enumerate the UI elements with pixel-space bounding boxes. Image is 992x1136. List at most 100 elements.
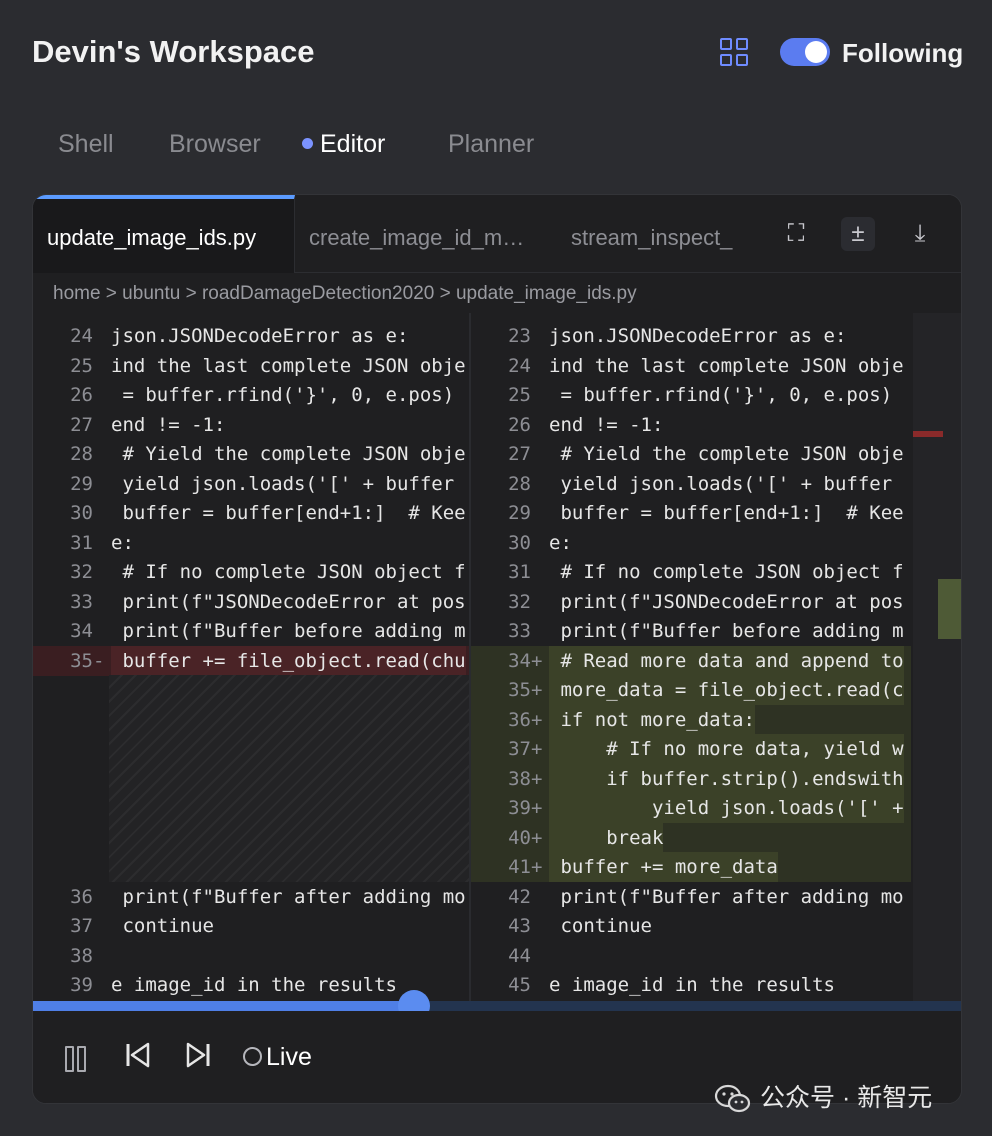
download-icon[interactable]: ⤓	[903, 217, 937, 251]
workspace-header: Devin's Workspace Following	[32, 30, 964, 74]
code-text: # If no more data, yield w	[549, 734, 904, 764]
code-line: 26 end != -1:	[471, 410, 911, 440]
diff-modified-pane[interactable]: 23 json.JSONDecodeError as e: 24 ind the la…	[471, 313, 911, 1001]
diff-marker: +	[531, 738, 543, 760]
file-tab-update-image-ids[interactable]: update_image_ids.py	[33, 195, 295, 273]
code-text: json.JSONDecodeError as e:	[111, 325, 409, 347]
code-text: ind the last complete JSON obje	[111, 354, 466, 377]
breadcrumb: home > ubuntu > roadDamageDetection2020 …	[53, 283, 637, 304]
line-number: 26	[70, 384, 93, 406]
live-indicator-icon	[243, 1046, 262, 1066]
code-line: 34 + # Read more data and append to	[471, 645, 911, 676]
code-text: break	[549, 822, 664, 853]
code-line: 29 yield json.loads('[' + buffer	[33, 469, 469, 499]
workspace-title: Devin's Workspace	[32, 34, 315, 69]
line-number: 31	[70, 531, 93, 554]
line-number: 44	[508, 944, 531, 967]
code-line: 40 + break	[471, 822, 911, 853]
line-number: 34	[508, 649, 531, 672]
code-line: 23 json.JSONDecodeError as e:	[471, 321, 911, 351]
code-line: 37 continue	[33, 911, 469, 941]
pause-icon[interactable]	[65, 1041, 91, 1073]
tab-shell[interactable]: Shell	[58, 130, 114, 159]
code-line: 45 e image_id in the results	[471, 970, 911, 1000]
code-text: # If no complete JSON object f	[549, 561, 904, 583]
code-line: 24 json.JSONDecodeError as e:	[33, 321, 469, 351]
live-label: Live	[266, 1043, 312, 1071]
toggle-knob	[805, 41, 827, 63]
diff-marker: +	[531, 708, 543, 731]
diff-toggle-icon[interactable]: ±	[841, 217, 875, 251]
minimap-deletion-marker	[913, 431, 943, 437]
code-text: print(f"Buffer after adding mo	[549, 885, 904, 908]
code-line: 36 print(f"Buffer after adding mo	[33, 882, 469, 912]
code-line: 37 + # If no more data, yield w	[471, 734, 911, 764]
playback-progress[interactable]	[33, 990, 961, 1022]
code-text: # Yield the complete JSON obje	[549, 443, 904, 465]
code-line: 31 e:	[33, 528, 469, 558]
diff-marker: +	[531, 679, 543, 701]
tab-planner[interactable]: Planner	[448, 130, 534, 159]
file-tab-bar: update_image_ids.py create_image_id_m… s…	[33, 195, 961, 273]
code-text: more_data = file_object.read(c	[549, 675, 904, 705]
line-number: 32	[508, 590, 531, 613]
file-tab-stream-inspect[interactable]: stream_inspect_	[571, 195, 757, 273]
code-text: ind the last complete JSON obje	[549, 354, 904, 377]
line-number: 45	[508, 974, 531, 996]
line-number: 37	[70, 915, 93, 937]
line-number: 39	[70, 974, 93, 996]
tab-browser[interactable]: Browser	[169, 130, 261, 159]
tab-editor[interactable]: Editor	[302, 130, 385, 159]
code-line: 29 buffer = buffer[end+1:] # Kee	[471, 498, 911, 528]
code-text: = buffer.rfind('}', 0, e.pos)	[111, 384, 455, 406]
code-text: yield json.loads('[' + buffer	[111, 472, 455, 495]
code-line: 28 # Yield the complete JSON obje	[33, 439, 469, 469]
code-text: json.JSONDecodeError as e:	[549, 325, 847, 347]
minimap-addition-marker	[938, 579, 961, 639]
code-text: continue	[549, 915, 652, 937]
skip-forward-icon[interactable]	[185, 1041, 211, 1073]
code-text: print(f"Buffer before adding m	[549, 620, 904, 642]
line-number: 29	[508, 502, 531, 524]
code-text: continue	[111, 915, 214, 937]
code-text: buffer = buffer[end+1:] # Kee	[111, 502, 466, 524]
active-dot-icon	[302, 137, 313, 149]
code-text: # Yield the complete JSON obje	[111, 443, 466, 465]
tab-editor-label: Editor	[320, 130, 386, 158]
grid-view-icon[interactable]	[720, 38, 748, 66]
code-text: print(f"JSONDecodeError at pos	[549, 590, 904, 613]
code-text: end != -1:	[111, 413, 226, 436]
line-number: 41	[508, 856, 531, 878]
diff-minimap[interactable]	[913, 313, 961, 1001]
line-number: 27	[70, 413, 93, 436]
code-line: 28 yield json.loads('[' + buffer	[471, 469, 911, 499]
live-button[interactable]: Live	[243, 1041, 312, 1073]
code-text: if not more_data:	[549, 704, 755, 735]
code-text: buffer += more_data	[549, 852, 778, 882]
line-number: 35	[70, 649, 93, 672]
code-line: 44	[471, 941, 911, 971]
following-toggle[interactable]	[780, 38, 830, 66]
expand-icon[interactable]: ⛶	[779, 217, 813, 251]
code-text: buffer += file_object.read(chu	[111, 645, 466, 676]
line-number: 39	[508, 797, 531, 819]
code-text: yield json.loads('[' + buffer	[549, 472, 893, 495]
following-label: Following	[842, 38, 964, 68]
code-text: e:	[549, 531, 572, 554]
diff-marker: +	[531, 826, 543, 849]
skip-back-icon[interactable]	[125, 1041, 151, 1073]
code-line: 27 end != -1:	[33, 410, 469, 440]
code-line: 42 print(f"Buffer after adding mo	[471, 882, 911, 912]
code-line: 25 = buffer.rfind('}', 0, e.pos)	[471, 380, 911, 410]
file-tab-create-image-id[interactable]: create_image_id_m…	[309, 195, 547, 273]
line-number: 33	[508, 620, 531, 642]
diff-original-pane[interactable]: 24 json.JSONDecodeError as e: 25 ind the la…	[33, 313, 469, 1001]
code-line: 33 print(f"Buffer before adding m	[471, 616, 911, 646]
code-text: print(f"Buffer before adding m	[111, 620, 466, 642]
code-text: = buffer.rfind('}', 0, e.pos)	[549, 384, 893, 406]
code-text: e image_id in the results	[549, 974, 835, 996]
code-line: 26 = buffer.rfind('}', 0, e.pos)	[33, 380, 469, 410]
line-number: 31	[508, 561, 531, 583]
diff-placeholder-hatch	[109, 675, 469, 882]
editor-panel: update_image_ids.py create_image_id_m… s…	[32, 194, 962, 1104]
